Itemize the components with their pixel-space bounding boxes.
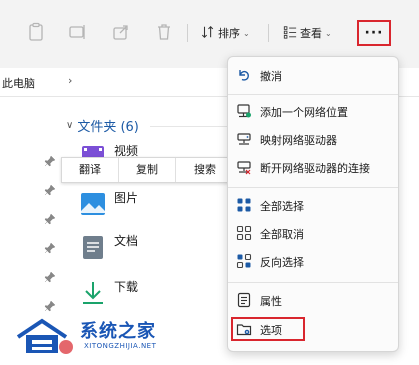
pin-icon (44, 213, 56, 225)
chevron-down-icon: ∨ (66, 119, 74, 131)
options-highlight-box (231, 317, 305, 341)
see-more-button[interactable]: ··· (357, 20, 391, 46)
downloads-folder-icon (80, 280, 106, 306)
paste-icon[interactable] (26, 22, 46, 42)
menu-item-properties[interactable]: 属性 (228, 288, 398, 312)
disconnect-drive-icon (236, 159, 252, 175)
menu-separator (228, 282, 398, 283)
list-item-pictures[interactable]: 图片 (80, 191, 138, 217)
view-button[interactable]: 查看 ⌄ (283, 24, 332, 42)
rename-icon[interactable] (68, 22, 88, 42)
item-label: 文档 (114, 233, 139, 248)
menu-item-select-none[interactable]: 全部取消 (228, 221, 398, 245)
menu-item-add-network-location[interactable]: 添加一个网络位置 (228, 99, 398, 123)
menu-separator (228, 94, 398, 95)
menu-item-invert-selection[interactable]: 反向选择 (228, 249, 398, 273)
pin-icon (44, 155, 56, 167)
breadcrumb-chevron-icon[interactable]: › (68, 74, 72, 87)
undo-icon (236, 67, 252, 83)
delete-icon[interactable] (154, 22, 174, 42)
item-label: 图片 (114, 190, 139, 205)
chevron-down-icon: ⌄ (325, 28, 332, 38)
map-drive-icon (236, 131, 252, 147)
sort-button[interactable]: 排序 ⌄ (201, 24, 250, 42)
house-logo-icon (16, 318, 73, 354)
breadcrumb-this-pc[interactable]: 此电脑 (2, 75, 35, 91)
watermark-logo: 系统之家 XITONGZHIJIA.NET (14, 315, 204, 359)
copy-button[interactable]: 复制 (119, 158, 176, 182)
properties-icon (236, 292, 252, 308)
pictures-folder-icon (80, 191, 106, 217)
pin-icon (44, 300, 56, 312)
sort-label: 排序 (218, 27, 240, 40)
pin-icon (44, 271, 56, 283)
chevron-down-icon: ⌄ (243, 28, 250, 38)
menu-separator (228, 187, 398, 188)
sort-icon (201, 25, 215, 42)
toolbar-divider (268, 24, 269, 42)
invert-selection-icon (236, 253, 252, 269)
see-more-menu: 撤消 添加一个网络位置 映射网络驱动器 断开网络驱动器的连接 全部选择 全部取消… (227, 56, 399, 352)
list-item-documents[interactable]: 文档 (80, 234, 138, 260)
pin-icon (44, 184, 56, 196)
translate-button[interactable]: 翻译 (62, 158, 119, 182)
documents-folder-icon (80, 234, 106, 260)
select-none-icon (236, 225, 252, 241)
group-divider (150, 126, 230, 127)
pin-icon (44, 242, 56, 254)
network-location-icon (236, 103, 252, 119)
view-icon (283, 25, 297, 42)
view-label: 查看 (300, 27, 322, 40)
menu-item-disconnect-network-drive[interactable]: 断开网络驱动器的连接 (228, 155, 398, 179)
menu-item-select-all[interactable]: 全部选择 (228, 193, 398, 217)
item-label: 视频 (114, 143, 139, 158)
menu-item-map-network-drive[interactable]: 映射网络驱动器 (228, 127, 398, 151)
item-label: 下载 (114, 279, 139, 294)
watermark-title: 系统之家 (80, 321, 156, 342)
group-title: 文件夹 (6) (77, 119, 139, 135)
menu-item-undo[interactable]: 撤消 (228, 63, 398, 87)
select-all-icon (236, 197, 252, 213)
share-icon[interactable] (111, 22, 131, 42)
folders-group-header[interactable]: ∨ 文件夹 (6) (66, 116, 139, 135)
toolbar-divider (187, 24, 188, 42)
list-item-downloads[interactable]: 下载 (80, 280, 138, 306)
watermark-subtitle: XITONGZHIJIA.NET (84, 342, 157, 350)
